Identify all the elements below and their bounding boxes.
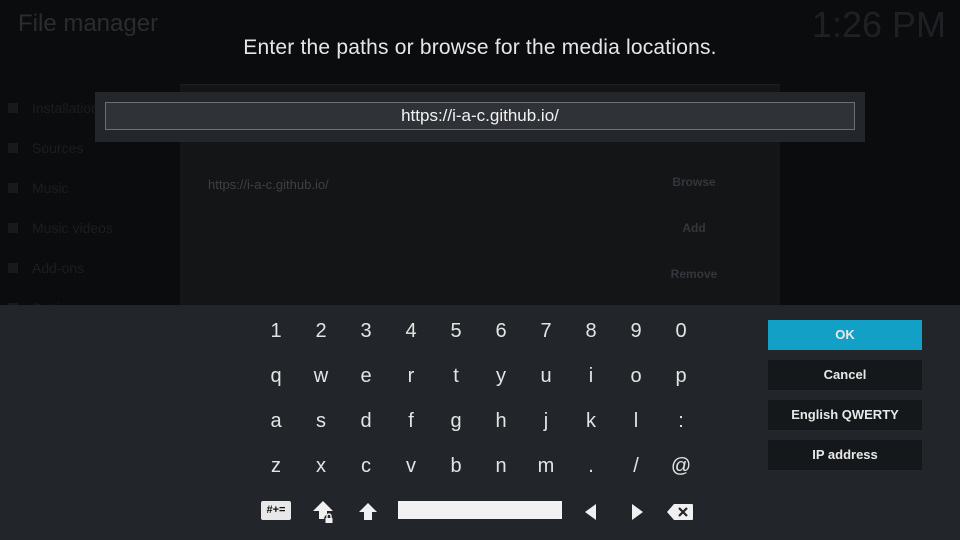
key[interactable]: @ [661,448,701,484]
key[interactable]: m [526,448,566,484]
key[interactable]: h [481,403,521,439]
key[interactable]: t [436,358,476,394]
browse-button: Browse [672,175,716,189]
cancel-button[interactable]: Cancel [768,360,922,390]
key[interactable]: 4 [391,313,431,349]
folder-icon [8,263,18,273]
key[interactable]: 7 [526,313,566,349]
arrow-right-icon[interactable] [626,497,650,527]
key[interactable]: b [436,448,476,484]
key[interactable]: e [346,358,386,394]
key[interactable]: 5 [436,313,476,349]
ok-button[interactable]: OK [768,320,922,350]
add-button: Add [682,221,706,235]
key[interactable]: 1 [256,313,296,349]
key[interactable]: . [571,448,611,484]
key[interactable]: 2 [301,313,341,349]
key[interactable]: 6 [481,313,521,349]
key[interactable]: v [391,448,431,484]
sidebar-item: Music [8,168,168,208]
sidebar-item: Music videos [8,208,168,248]
key[interactable]: n [481,448,521,484]
key[interactable]: 0 [661,313,701,349]
folder-icon [8,103,18,113]
key[interactable]: q [256,358,296,394]
key[interactable]: j [526,403,566,439]
path-input[interactable]: https://i-a-c.github.io/ [105,102,855,130]
key[interactable]: c [346,448,386,484]
key[interactable]: 8 [571,313,611,349]
background-path: https://i-a-c.github.io/ [208,177,329,192]
key[interactable]: k [571,403,611,439]
key[interactable]: g [436,403,476,439]
key[interactable]: d [346,403,386,439]
key[interactable]: u [526,358,566,394]
key[interactable]: o [616,358,656,394]
key[interactable]: 9 [616,313,656,349]
key[interactable]: p [661,358,701,394]
key[interactable]: r [391,358,431,394]
shift-icon[interactable] [353,497,383,527]
key[interactable]: / [616,448,656,484]
key[interactable]: y [481,358,521,394]
shift-lock-icon[interactable] [308,497,338,527]
folder-icon [8,143,18,153]
folder-icon [8,183,18,193]
key[interactable]: x [301,448,341,484]
key[interactable]: 3 [346,313,386,349]
symbols-key[interactable]: #+= [261,501,291,520]
key[interactable]: l [616,403,656,439]
keyboard-layout-button[interactable]: English QWERTY [768,400,922,430]
arrow-left-icon[interactable] [578,497,602,527]
sidebar-item: Add-ons [8,248,168,288]
backspace-icon[interactable] [664,497,696,527]
key[interactable]: : [661,403,701,439]
key[interactable]: f [391,403,431,439]
key[interactable]: z [256,448,296,484]
key[interactable]: w [301,358,341,394]
key[interactable]: a [256,403,296,439]
key[interactable]: i [571,358,611,394]
remove-button: Remove [670,267,718,281]
key[interactable]: s [301,403,341,439]
virtual-keyboard: 1 2 3 4 5 6 7 8 9 0 q w e r t y u i o p … [0,305,960,540]
app-title: File manager [18,10,159,37]
space-bar[interactable] [398,501,562,519]
dialog-heading: Enter the paths or browse for the media … [243,36,717,59]
folder-icon [8,223,18,233]
ip-address-button[interactable]: IP address [768,440,922,470]
input-panel: https://i-a-c.github.io/ [95,92,865,142]
